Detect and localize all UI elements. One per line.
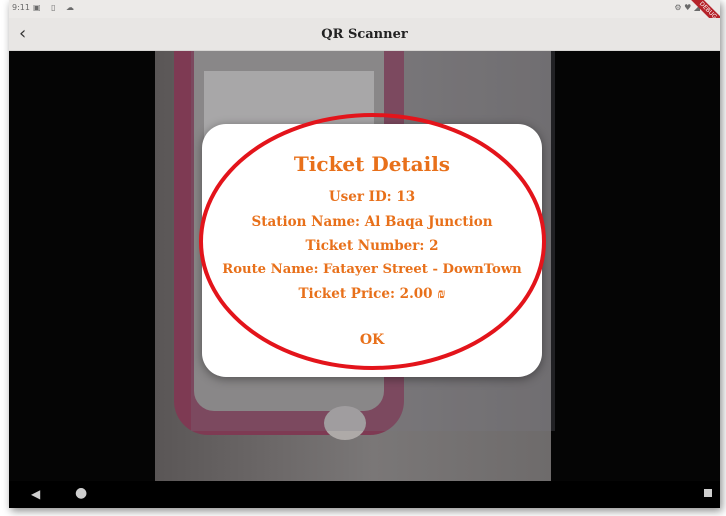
notification-icons: ▣ ▯ ☁: [33, 3, 79, 12]
nav-recents-icon[interactable]: [704, 489, 712, 497]
page-title: QR Scanner: [321, 27, 408, 42]
status-bar: 9:11 ▣ ▯ ☁ ⚙ ♥ ◢: [9, 0, 720, 18]
ticket-number-text: Ticket Number: 2: [305, 238, 439, 254]
route-name-text: Route Name: Fatayer Street - DownTown: [222, 262, 522, 277]
nav-back-icon[interactable]: ◀: [31, 487, 40, 501]
status-time: 9:11: [12, 3, 30, 12]
app-bar: ‹ QR Scanner: [9, 18, 720, 51]
dialog-title: Ticket Details: [293, 152, 451, 176]
ticket-price-text: Ticket Price: 2.00 ₪: [298, 286, 446, 302]
system-nav-bar: ◀ ●: [9, 481, 720, 508]
station-name-text: Station Name: Al Baqa Junction: [251, 214, 493, 230]
ok-button[interactable]: OK: [347, 332, 397, 348]
user-id-text: User ID: 13: [328, 189, 416, 205]
nav-home-icon[interactable]: ●: [75, 485, 87, 501]
ticket-details-dialog: Ticket Details User ID: 13 Station Name:…: [202, 124, 542, 377]
